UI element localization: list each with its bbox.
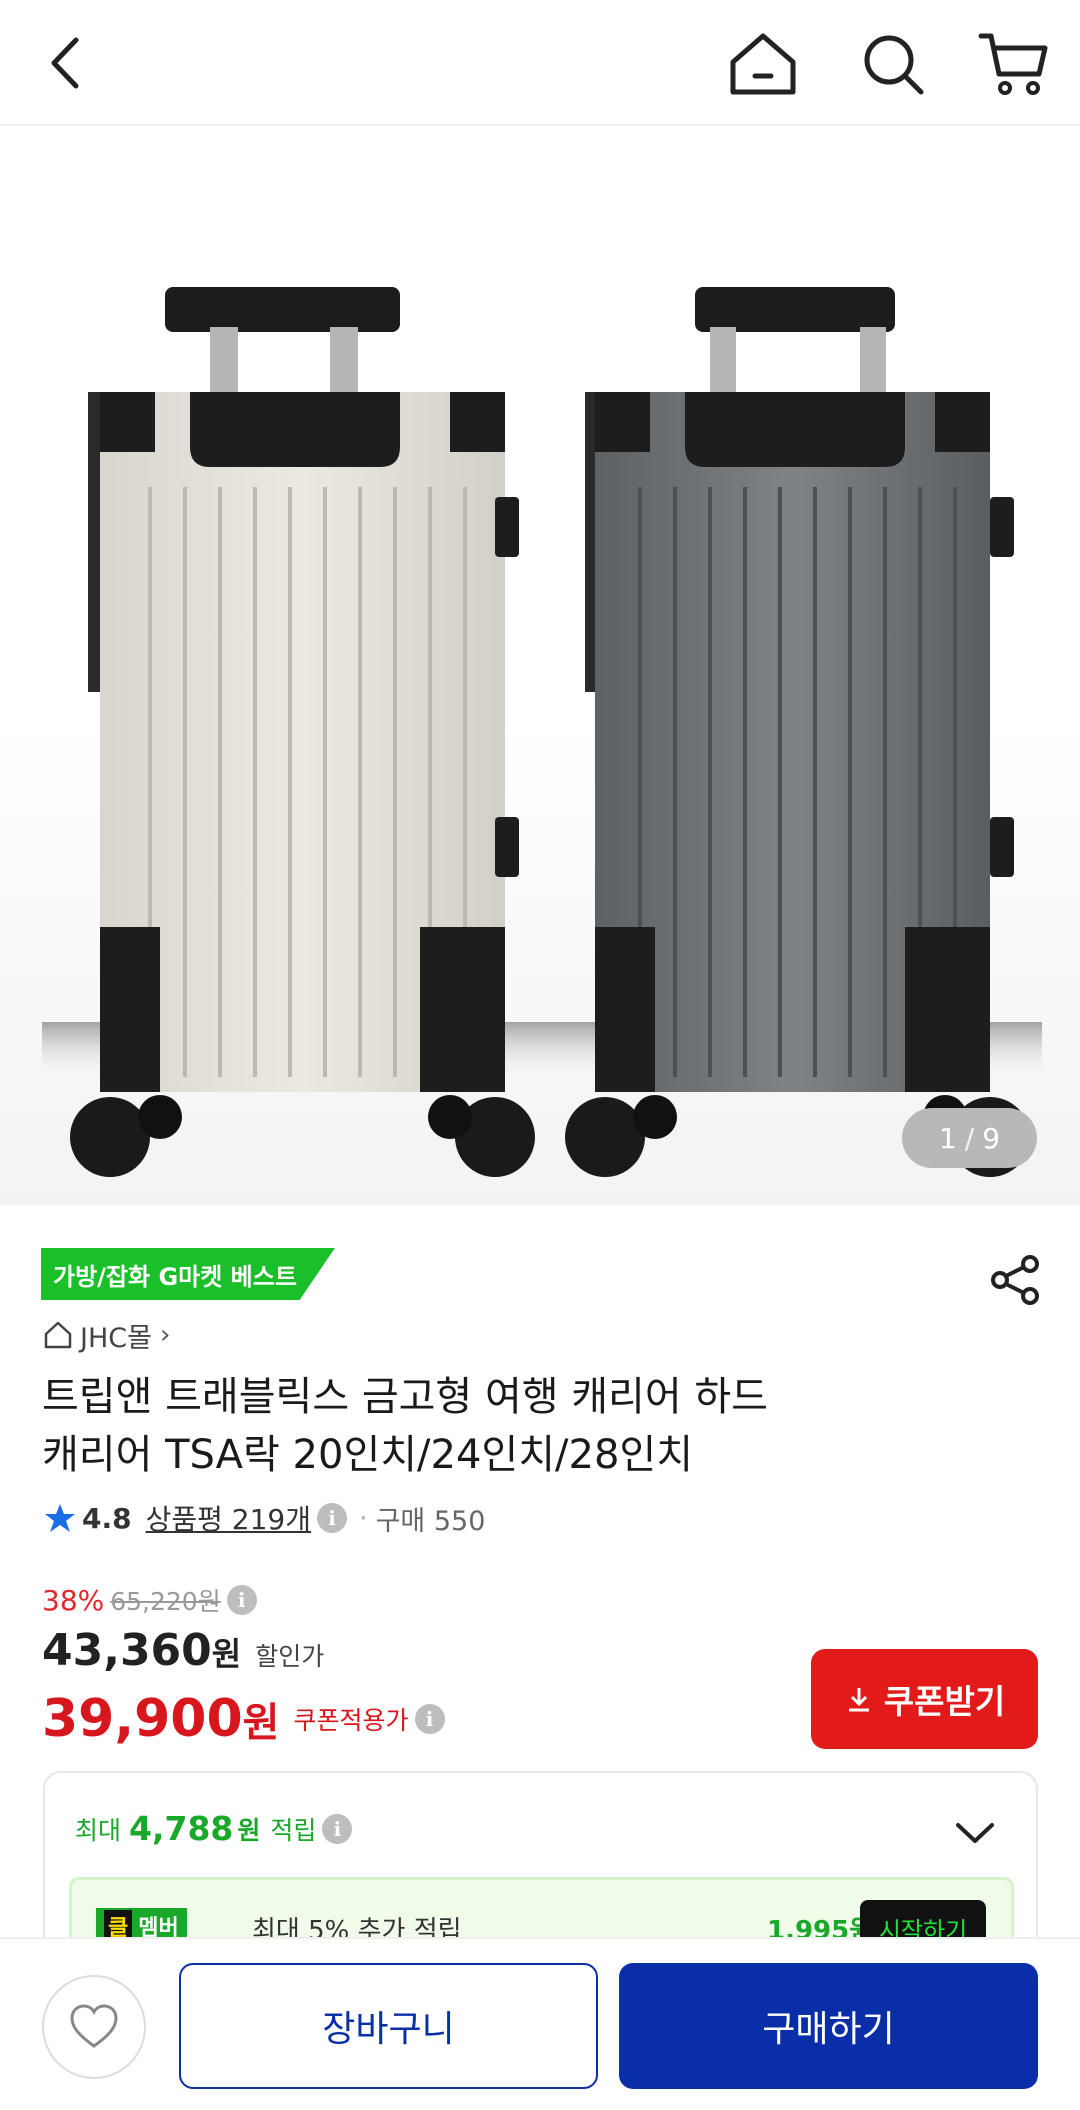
buy-now-button[interactable]: 구매하기	[619, 1963, 1038, 2089]
download-icon	[848, 1688, 869, 1712]
product-image-gallery[interactable]: 1 / 9	[0, 127, 1080, 1205]
points-expand-button[interactable]	[950, 1813, 1000, 1853]
store-home-icon	[44, 1321, 72, 1349]
chevron-down-icon	[956, 1823, 994, 1843]
best-badge[interactable]: 가방/잡화 G마켓 베스트	[41, 1248, 335, 1300]
rating-score: 4.8	[82, 1501, 132, 1535]
coupon-price-row: 39,900 원 쿠폰적용가 i	[42, 1684, 445, 1754]
product-title-line2: 캐리어 TSA락 20인치/24인치/28인치	[42, 1432, 694, 1478]
original-price: 65,220원	[110, 1587, 221, 1616]
back-button[interactable]	[36, 30, 102, 96]
search-button[interactable]	[855, 28, 931, 98]
rating-row: 4.8 상품평 219개 i · 구매 550	[44, 1496, 485, 1540]
separator-dot: ·	[359, 1502, 368, 1534]
image-counter: 1 / 9	[902, 1108, 1037, 1168]
chevron-left-icon	[51, 37, 79, 89]
cart-icon	[978, 33, 1048, 95]
star-icon	[45, 1504, 75, 1532]
wishlist-button[interactable]	[42, 1975, 146, 2079]
sale-price-label: 할인가	[255, 1642, 325, 1671]
get-coupon-button[interactable]: 쿠폰받기	[811, 1649, 1038, 1749]
add-to-cart-button[interactable]: 장바구니	[179, 1963, 598, 2089]
points-unit: 원	[237, 1815, 261, 1845]
search-icon	[864, 35, 924, 95]
image-counter-separator: /	[964, 1121, 975, 1155]
share-button[interactable]	[988, 1252, 1044, 1308]
home-icon	[730, 33, 796, 95]
purchase-count: 구매 550	[375, 1505, 486, 1537]
points-header: 최대 4,788 원 적립 i	[75, 1809, 353, 1848]
get-coupon-label: 쿠폰받기	[883, 1682, 1006, 1721]
info-icon[interactable]: i	[322, 1813, 353, 1844]
points-suffix: 적립	[270, 1815, 317, 1845]
store-name: JHC몰	[80, 1322, 152, 1354]
cart-button[interactable]	[975, 28, 1051, 98]
bottom-action-bar: 장바구니 구매하기	[0, 1937, 1080, 2110]
home-button[interactable]	[725, 28, 801, 98]
product-title-line1: 트립앤 트래블릭스 금고형 여행 캐리어 하드	[42, 1374, 768, 1420]
coupon-price-label: 쿠폰적용가	[293, 1706, 409, 1735]
image-counter-current: 1	[938, 1121, 957, 1155]
info-icon[interactable]: i	[317, 1503, 347, 1533]
top-bar	[0, 0, 1080, 126]
sale-price-unit: 원	[211, 1635, 242, 1673]
heart-icon	[70, 2004, 118, 2048]
chevron-right-icon: ›	[159, 1320, 171, 1350]
points-prefix: 최대	[75, 1815, 122, 1845]
store-link[interactable]: JHC몰 ›	[42, 1317, 171, 1354]
discount-row: 38% 65,220원 i	[42, 1580, 257, 1620]
points-amount: 4,788	[129, 1809, 234, 1848]
suitcase-grey	[565, 287, 1030, 1177]
product-image	[42, 287, 1042, 1177]
sale-price-row: 43,360 원 할인가	[42, 1625, 324, 1681]
suitcase-white	[70, 287, 535, 1177]
product-title: 트립앤 트래블릭스 금고형 여행 캐리어 하드 캐리어 TSA락 20인치/24…	[42, 1368, 922, 1484]
sale-price: 43,360	[42, 1625, 212, 1676]
reviews-link[interactable]: 상품평 219개	[146, 1498, 311, 1538]
image-counter-total: 9	[982, 1121, 1001, 1155]
share-icon	[991, 1255, 1039, 1305]
info-icon[interactable]: i	[414, 1704, 445, 1734]
best-badge-label: 가방/잡화 G마켓 베스트	[53, 1262, 297, 1291]
info-icon[interactable]: i	[226, 1585, 257, 1615]
coupon-price: 39,900	[42, 1689, 243, 1749]
coupon-price-unit: 원	[242, 1700, 280, 1746]
discount-percent: 38%	[42, 1583, 105, 1617]
